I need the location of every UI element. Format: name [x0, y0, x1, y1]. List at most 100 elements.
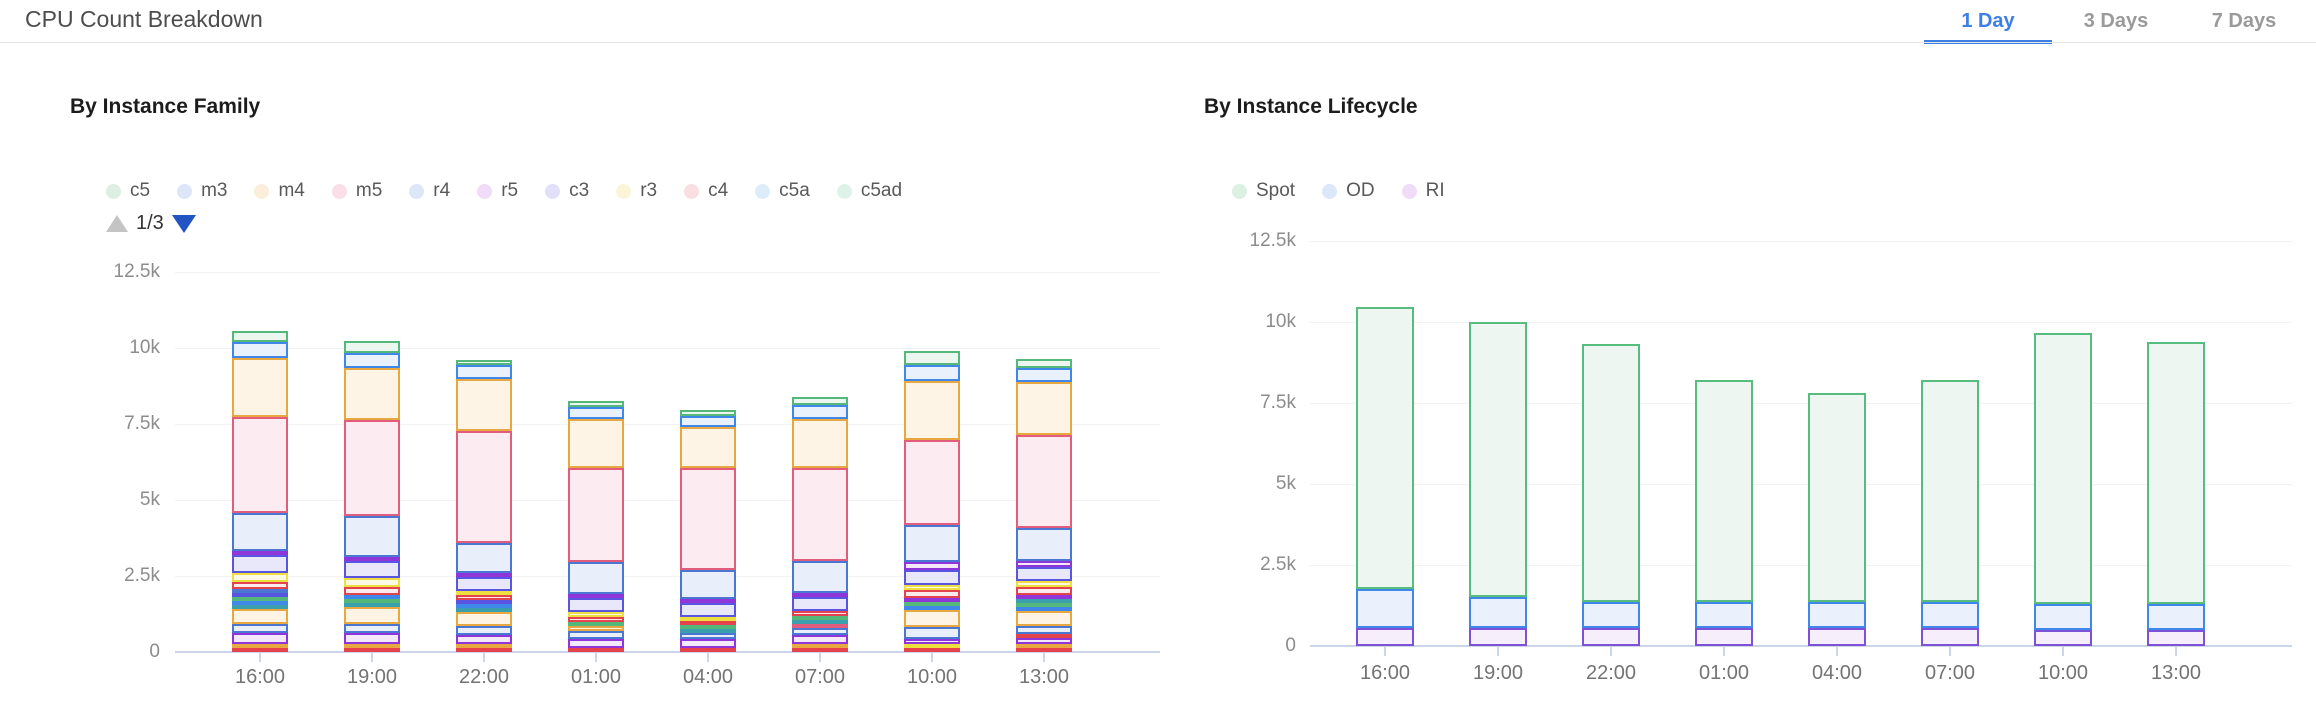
bar-segment-spot[interactable] [1695, 380, 1753, 602]
bar-segment-od[interactable] [2034, 604, 2092, 630]
bar-segment-ri[interactable] [1582, 628, 1640, 646]
legend-item-r4[interactable]: r4 [409, 180, 450, 202]
bar-segment-pink[interactable] [568, 468, 624, 562]
bar-segment-red[interactable] [568, 648, 624, 652]
bar-segment-ri[interactable] [1921, 628, 1979, 646]
bar-segment-spot[interactable] [1921, 380, 1979, 602]
bar-segment-royalblue[interactable] [792, 628, 848, 635]
bar-segment-red[interactable] [792, 648, 848, 652]
bar-segment-purple[interactable] [680, 639, 736, 648]
bar-segment-pink[interactable] [904, 440, 960, 525]
legend-item-c5[interactable]: c5 [106, 180, 150, 202]
lifecycle-bar-13:00[interactable] [2147, 342, 2205, 646]
bar-segment-red[interactable] [904, 590, 960, 598]
bar-segment-od[interactable] [1469, 597, 1527, 628]
lifecycle-bar-04:00[interactable] [1808, 393, 1866, 646]
bar-segment-blueviolet[interactable] [456, 577, 512, 591]
bar-segment-red[interactable] [232, 648, 288, 652]
lifecycle-bar-07:00[interactable] [1921, 380, 1979, 646]
bar-segment-red[interactable] [904, 648, 960, 652]
bar-segment-pink[interactable] [344, 420, 400, 516]
bar-segment-royalblue[interactable] [904, 525, 960, 562]
bar-segment-purple[interactable] [792, 635, 848, 644]
legend-item-ri[interactable]: RI [1402, 180, 1445, 202]
bar-segment-blueviolet[interactable] [344, 561, 400, 578]
bar-segment-blueviolet[interactable] [232, 555, 288, 573]
bar-segment-blueviolet[interactable] [904, 570, 960, 585]
bar-segment-red[interactable] [1016, 648, 1072, 652]
bar-segment-red[interactable] [232, 582, 288, 589]
bar-segment-purple[interactable] [232, 633, 288, 644]
bar-segment-brightblue[interactable] [680, 416, 736, 427]
bar-segment-amber[interactable] [904, 381, 960, 440]
bar-segment-amber[interactable] [1016, 611, 1072, 626]
bar-segment-royalblue[interactable] [1016, 626, 1072, 634]
bar-segment-blueviolet[interactable] [680, 603, 736, 617]
bar-segment-blueviolet[interactable] [568, 598, 624, 612]
bar-segment-purple[interactable] [344, 633, 400, 644]
bar-segment-red[interactable] [344, 648, 400, 652]
bar-segment-brightblue[interactable] [1016, 368, 1072, 382]
bar-segment-brightblue[interactable] [344, 353, 400, 368]
bar-segment-blueviolet[interactable] [792, 597, 848, 611]
bar-segment-red[interactable] [680, 648, 736, 652]
bar-segment-pink[interactable] [1016, 435, 1072, 528]
bar-segment-amber[interactable] [456, 379, 512, 431]
bar-segment-amber[interactable] [232, 358, 288, 417]
tab-1-day[interactable]: 1 Day [1924, 0, 2052, 43]
bar-segment-amber[interactable] [904, 610, 960, 627]
bar-segment-royalblue[interactable] [232, 624, 288, 633]
family-bar-07:00[interactable] [792, 397, 848, 652]
bar-segment-pink[interactable] [680, 468, 736, 570]
legend-item-c4[interactable]: c4 [684, 180, 728, 202]
bar-segment-amber[interactable] [792, 419, 848, 468]
bar-segment-spot[interactable] [1582, 344, 1640, 602]
lifecycle-bar-19:00[interactable] [1469, 322, 1527, 646]
family-bar-10:00[interactable] [904, 351, 960, 652]
tab-7-days[interactable]: 7 Days [2180, 0, 2308, 43]
bar-segment-brightblue[interactable] [232, 342, 288, 358]
bar-segment-ri[interactable] [1695, 628, 1753, 646]
legend-item-spot[interactable]: Spot [1232, 180, 1295, 202]
family-bar-13:00[interactable] [1016, 359, 1072, 652]
bar-segment-brightblue[interactable] [792, 405, 848, 419]
bar-segment-royalblue[interactable] [1016, 528, 1072, 561]
legend-item-c5ad[interactable]: c5ad [837, 180, 902, 202]
lifecycle-bar-10:00[interactable] [2034, 333, 2092, 646]
bar-segment-ri[interactable] [2147, 630, 2205, 646]
bar-segment-royalblue[interactable] [344, 624, 400, 633]
legend-item-c3[interactable]: c3 [545, 180, 589, 202]
bar-segment-amber[interactable] [456, 612, 512, 626]
bar-segment-royalblue[interactable] [568, 631, 624, 639]
bar-segment-royalblue[interactable] [568, 562, 624, 594]
bar-segment-red[interactable] [456, 648, 512, 652]
lifecycle-bar-01:00[interactable] [1695, 380, 1753, 646]
bar-segment-amber[interactable] [568, 419, 624, 468]
bar-segment-amber[interactable] [344, 368, 400, 420]
bar-segment-royalblue[interactable] [232, 513, 288, 551]
bar-segment-od[interactable] [1808, 602, 1866, 628]
bar-segment-green[interactable] [904, 351, 960, 365]
legend-page-up-icon[interactable] [106, 215, 128, 232]
bar-segment-spot[interactable] [1356, 307, 1414, 589]
family-bar-16:00[interactable] [232, 331, 288, 652]
bar-segment-green[interactable] [792, 397, 848, 405]
bar-segment-amber[interactable] [344, 607, 400, 624]
bar-segment-pink[interactable] [456, 431, 512, 543]
bar-segment-od[interactable] [1695, 602, 1753, 628]
family-bar-04:00[interactable] [680, 410, 736, 652]
bar-segment-blueviolet[interactable] [1016, 567, 1072, 581]
bar-segment-green[interactable] [1016, 359, 1072, 368]
bar-segment-royalblue[interactable] [792, 561, 848, 593]
legend-item-m4[interactable]: m4 [254, 180, 304, 202]
bar-segment-royalblue[interactable] [344, 516, 400, 557]
lifecycle-bar-16:00[interactable] [1356, 307, 1414, 646]
bar-segment-red[interactable] [344, 587, 400, 595]
bar-segment-ri[interactable] [1469, 628, 1527, 646]
bar-segment-spot[interactable] [2034, 333, 2092, 604]
bar-segment-spot[interactable] [2147, 342, 2205, 604]
bar-segment-od[interactable] [1356, 589, 1414, 628]
bar-segment-brightblue[interactable] [568, 407, 624, 419]
bar-segment-amber[interactable] [680, 427, 736, 468]
legend-page-down-icon[interactable] [172, 215, 196, 233]
